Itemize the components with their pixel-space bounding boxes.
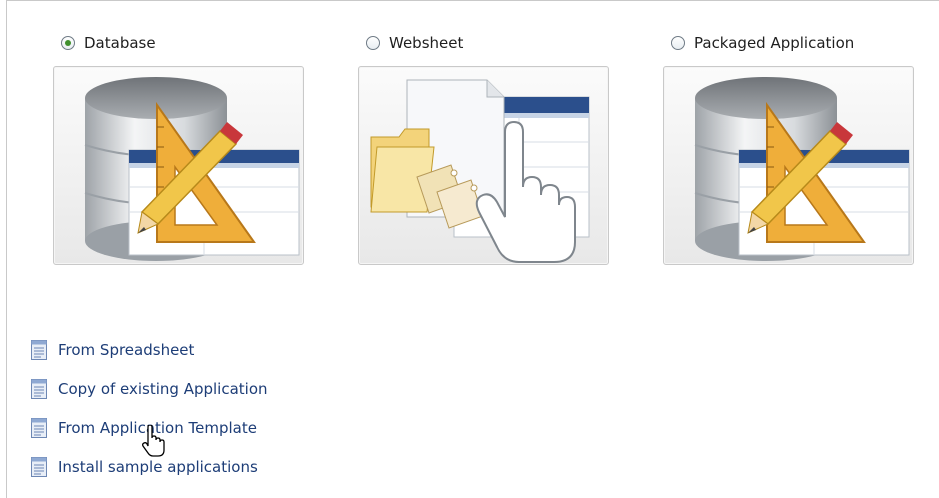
panel-border-left [6, 0, 7, 498]
packaged-application-icon [694, 77, 910, 261]
link-copy-existing-application[interactable]: Copy of existing Application [31, 369, 268, 408]
database-label[interactable]: Database [84, 34, 156, 52]
websheet-radio[interactable] [366, 36, 380, 50]
document-icon [31, 456, 47, 477]
option-database[interactable]: Database [61, 30, 156, 56]
database-design-icon [84, 77, 300, 261]
document-icon [31, 339, 47, 360]
websheet-tile[interactable] [358, 66, 609, 265]
websheet-label[interactable]: Websheet [389, 34, 463, 52]
document-icon [31, 417, 47, 438]
document-icon [31, 378, 47, 399]
panel-border-top [6, 0, 939, 7]
packaged-application-label[interactable]: Packaged Application [694, 34, 854, 52]
websheet-icon [370, 79, 590, 263]
option-packaged-application[interactable]: Packaged Application [671, 30, 854, 56]
link-from-spreadsheet[interactable]: From Spreadsheet [31, 330, 268, 369]
database-radio[interactable] [61, 36, 75, 50]
link-copy-existing-application-label[interactable]: Copy of existing Application [58, 380, 268, 398]
packaged-application-tile[interactable] [663, 66, 914, 265]
create-from-links: From Spreadsheet Copy of existing Applic… [31, 330, 268, 486]
link-install-sample-applications-label[interactable]: Install sample applications [58, 458, 258, 476]
link-from-spreadsheet-label[interactable]: From Spreadsheet [58, 341, 194, 359]
hand-pointer-cursor-icon [142, 425, 165, 457]
database-tile[interactable] [53, 66, 304, 265]
option-websheet[interactable]: Websheet [366, 30, 463, 56]
packaged-application-radio[interactable] [671, 36, 685, 50]
